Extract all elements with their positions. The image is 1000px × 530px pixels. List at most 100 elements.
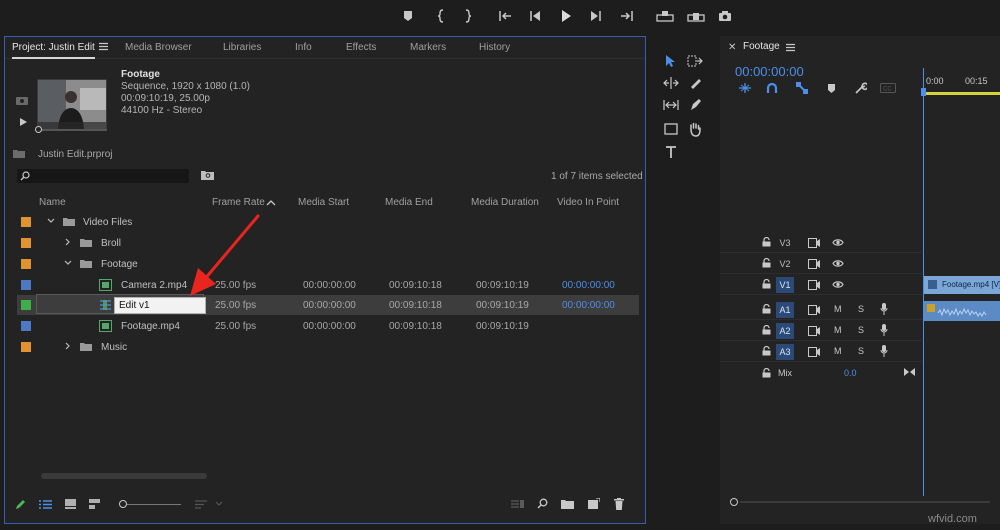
find-icon[interactable] [537,498,548,509]
toggle-sync-lock-icon[interactable] [808,347,820,357]
pen-tool-icon[interactable] [686,96,704,114]
list-item-camera-2[interactable]: Camera 2.mp4 25.00 fps 00:00:00:00 00:09… [17,275,639,295]
track-name[interactable]: A2 [776,323,794,339]
preview-play-icon[interactable] [19,117,28,127]
razor-tool-icon[interactable] [686,74,704,92]
solo-button[interactable]: S [858,304,864,314]
tab-project[interactable]: Project: Justin Edit [12,42,95,59]
search-input[interactable] [17,169,189,183]
chevron-right-icon[interactable] [65,342,71,350]
overwrite-icon[interactable] [686,8,706,24]
snap-magnet-icon[interactable] [766,82,778,94]
track-a1[interactable]: A1 M S [720,300,922,320]
new-search-bin-icon[interactable] [201,170,214,180]
selection-tool-icon[interactable] [662,52,680,70]
nest-icon[interactable] [738,82,752,94]
col-media-duration[interactable]: Media Duration [471,197,539,208]
lock-icon[interactable] [762,279,771,289]
tab-effects[interactable]: Effects [346,42,376,53]
mark-out-icon[interactable] [460,8,476,24]
video-clip[interactable]: Footage.mp4 [V] [924,276,1000,294]
work-area-bar[interactable] [923,92,1000,95]
col-media-end[interactable]: Media End [385,197,433,208]
track-name[interactable]: A3 [776,344,794,360]
preview-scrubber[interactable] [37,129,107,131]
timeline-zoom-scrollbar[interactable] [730,498,992,506]
horizontal-scrollbar[interactable] [41,473,207,479]
lock-icon[interactable] [762,304,771,314]
microphone-icon[interactable] [880,324,888,336]
toggle-sync-lock-icon[interactable] [808,280,820,290]
track-v3[interactable]: V3 [720,233,922,253]
mix-value[interactable]: 0.0 [844,368,857,378]
timeline-tab-title[interactable]: Footage [743,41,780,52]
poster-frame-camera-icon[interactable] [15,95,29,106]
toggle-sync-lock-icon[interactable] [808,259,820,269]
marker-icon[interactable] [400,8,416,24]
sort-icons-icon[interactable] [195,500,209,509]
ripple-edit-tool-icon[interactable] [662,74,680,92]
label-color-chip[interactable] [21,300,31,310]
slip-tool-icon[interactable] [662,96,680,114]
close-icon[interactable]: ✕ [728,42,736,53]
go-to-out-icon[interactable] [618,8,634,24]
label-color-chip[interactable] [21,280,31,290]
track-name[interactable]: A1 [776,302,794,318]
new-bin-icon[interactable] [561,499,574,509]
label-color-chip[interactable] [21,321,31,331]
lock-icon[interactable] [762,368,771,378]
camera-icon[interactable] [717,8,733,24]
type-tool-icon[interactable] [662,143,680,161]
track-v2[interactable]: V2 [720,254,922,274]
list-item-broll[interactable]: Broll [17,233,639,253]
cell-video-in-point[interactable]: 00:00:00:00 [562,300,615,311]
playhead-timecode[interactable]: 00:00:00:00 [735,64,804,79]
trash-icon[interactable] [614,498,624,510]
track-name[interactable]: V2 [776,256,794,272]
time-ruler[interactable]: 0:00 00:15 [923,68,1000,98]
pencil-icon[interactable] [15,499,26,510]
track-a3[interactable]: A3 M S [720,342,922,362]
solo-button[interactable]: S [858,325,864,335]
wrench-icon[interactable] [854,82,867,95]
col-media-start[interactable]: Media Start [298,197,349,208]
tab-media-browser[interactable]: Media Browser [125,42,192,53]
step-forward-icon[interactable] [588,8,604,24]
chevron-down-icon[interactable] [47,218,55,224]
track-name[interactable]: V3 [776,235,794,251]
tab-history[interactable]: History [479,42,510,53]
mute-button[interactable]: M [834,325,842,335]
audio-clip[interactable] [924,301,1000,321]
list-item-music[interactable]: Music [17,337,639,357]
track-mix[interactable]: Mix 0.0 [720,364,922,384]
lock-icon[interactable] [762,346,771,356]
list-view-icon[interactable] [39,500,52,509]
playhead-handle[interactable] [921,88,926,96]
captions-icon[interactable]: CC [880,83,896,93]
step-back-icon[interactable] [527,8,543,24]
chevron-down-icon[interactable] [215,501,223,507]
lock-icon[interactable] [762,325,771,335]
icon-view-icon[interactable] [65,499,76,509]
mute-button[interactable]: M [834,346,842,356]
solo-button[interactable]: S [858,346,864,356]
track-a2[interactable]: A2 M S [720,321,922,341]
add-marker-icon[interactable] [827,83,836,94]
col-frame-rate[interactable]: Frame Rate [212,197,265,208]
mix-go-to-icon[interactable] [904,367,915,377]
new-item-icon[interactable] [588,498,600,509]
chevron-right-icon[interactable] [65,238,71,246]
track-name[interactable]: V1 [776,277,794,293]
list-item-footage-mp4[interactable]: Footage.mp4 25.00 fps 00:00:00:00 00:09:… [17,316,639,336]
preview-scrubber-handle[interactable] [35,126,42,133]
toggle-sync-lock-icon[interactable] [808,326,820,336]
toggle-sync-lock-icon[interactable] [808,238,820,248]
panel-menu-icon[interactable] [99,42,108,51]
label-color-chip[interactable] [21,238,31,248]
go-to-in-icon[interactable] [498,8,514,24]
label-color-chip[interactable] [21,217,31,227]
freeform-view-icon[interactable] [89,499,100,509]
track-select-tool-icon[interactable] [686,52,704,70]
eye-icon[interactable] [832,259,844,268]
toggle-sync-lock-icon[interactable] [808,305,820,315]
